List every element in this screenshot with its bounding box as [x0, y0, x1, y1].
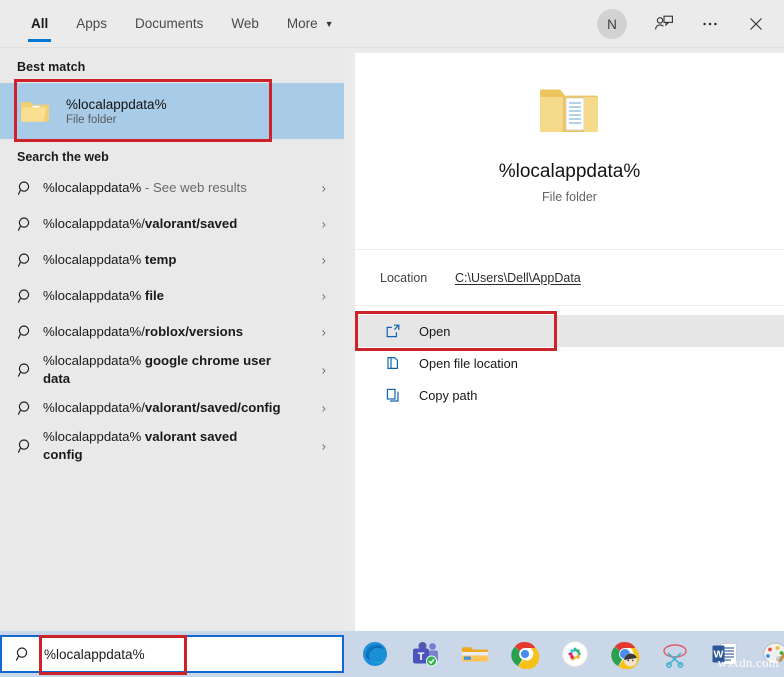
web-result-label: %localappdata%/valorant/saved	[43, 215, 241, 233]
preview-pane: %localappdata% File folder Location C:\U…	[355, 53, 784, 631]
ellipsis-icon[interactable]	[688, 2, 732, 46]
search-header: All Apps Documents Web More ▼ N	[0, 0, 784, 48]
edge-icon[interactable]	[360, 639, 390, 669]
folder-open-icon	[536, 81, 604, 139]
web-results-list: %localappdata% - See web results›%locala…	[0, 170, 344, 466]
best-match-item[interactable]: %localappdata% File folder	[0, 83, 344, 139]
web-result-item[interactable]: %localappdata% valorant saved config ›	[0, 426, 344, 466]
close-icon[interactable]	[734, 2, 778, 46]
chevron-right-icon: ›	[322, 401, 326, 416]
slack-icon[interactable]	[560, 639, 590, 669]
best-match-subtitle: File folder	[66, 114, 167, 126]
preview-header: %localappdata% File folder	[355, 53, 784, 250]
web-result-label: %localappdata% file	[43, 287, 168, 305]
chevron-right-icon: ›	[322, 325, 326, 340]
chevron-right-icon: ›	[322, 439, 326, 454]
search-icon	[17, 288, 43, 305]
web-result-item[interactable]: %localappdata% temp ›	[0, 242, 344, 278]
action-copy-path-label: Copy path	[419, 388, 477, 403]
action-open-file-location-label: Open file location	[419, 356, 518, 371]
action-open-label: Open	[419, 324, 450, 339]
search-the-web-heading: Search the web	[0, 139, 344, 170]
chevron-right-icon: ›	[322, 289, 326, 304]
web-result-label: %localappdata% - See web results	[43, 179, 251, 197]
web-result-label: %localappdata%/valorant/saved/config	[43, 399, 281, 417]
header-actions: N	[597, 0, 784, 48]
taskbar: %localappdata% T	[0, 631, 784, 677]
search-icon	[17, 216, 43, 233]
search-icon	[17, 362, 43, 379]
avatar-initial: N	[607, 17, 617, 32]
tab-documents-label: Documents	[135, 16, 203, 31]
tab-all[interactable]: All	[17, 0, 62, 48]
search-icon	[17, 438, 43, 455]
svg-text:T: T	[418, 651, 425, 663]
search-icon	[17, 252, 43, 269]
location-label: Location	[355, 271, 455, 285]
tab-web-label: Web	[231, 16, 259, 31]
web-result-item[interactable]: %localappdata%/roblox/versions ›	[0, 314, 344, 350]
chevron-right-icon: ›	[322, 363, 326, 378]
search-icon	[2, 646, 44, 663]
folder-icon	[20, 99, 50, 124]
location-row: Location C:\Users\Dell\AppData	[355, 250, 784, 306]
web-result-label: %localappdata% valorant saved config	[43, 428, 281, 464]
chrome-profile-icon[interactable]	[610, 639, 640, 669]
tab-more-label: More	[287, 16, 318, 31]
chevron-right-icon: ›	[322, 181, 326, 196]
web-result-item[interactable]: %localappdata%/valorant/saved/config ›	[0, 390, 344, 426]
web-result-item[interactable]: %localappdata% - See web results ›	[0, 170, 344, 206]
web-result-item[interactable]: %localappdata%/valorant/saved ›	[0, 206, 344, 242]
teams-icon[interactable]: T	[410, 639, 440, 669]
best-match-text: %localappdata% File folder	[66, 97, 167, 126]
tab-apps[interactable]: Apps	[62, 0, 121, 48]
file-explorer-icon[interactable]	[460, 639, 490, 669]
search-window: All Apps Documents Web More ▼ N	[0, 0, 784, 677]
tab-all-label: All	[31, 16, 48, 31]
location-link[interactable]: C:\Users\Dell\AppData	[455, 271, 581, 285]
tab-documents[interactable]: Documents	[121, 0, 217, 48]
web-result-label: %localappdata% google chrome user data	[43, 352, 281, 388]
web-result-item[interactable]: %localappdata% google chrome user data ›	[0, 350, 344, 390]
preview-subtitle: File folder	[542, 190, 597, 204]
preview-title: %localappdata%	[499, 161, 641, 183]
open-external-icon	[385, 323, 419, 339]
action-open-file-location[interactable]: Open file location	[355, 347, 784, 379]
search-icon	[17, 400, 43, 417]
best-match-heading: Best match	[0, 48, 344, 83]
tab-apps-label: Apps	[76, 16, 107, 31]
actions-list: Open Open file location	[355, 306, 784, 411]
tab-more[interactable]: More ▼	[273, 0, 348, 48]
best-match-title: %localappdata%	[66, 97, 167, 112]
taskbar-search-box[interactable]: %localappdata%	[0, 635, 344, 673]
watermark: wsxdn.com	[718, 655, 779, 671]
chrome-icon[interactable]	[510, 639, 540, 669]
search-input[interactable]: %localappdata%	[44, 647, 145, 662]
person-feedback-icon[interactable]	[642, 2, 686, 46]
chevron-right-icon: ›	[322, 253, 326, 268]
copy-icon	[385, 387, 419, 403]
web-result-label: %localappdata%/roblox/versions	[43, 323, 247, 341]
web-result-item[interactable]: %localappdata% file ›	[0, 278, 344, 314]
results-pane: Best match %localappdata% File folder Se…	[0, 48, 344, 631]
snipping-tool-icon[interactable]	[660, 639, 690, 669]
search-icon	[17, 324, 43, 341]
avatar[interactable]: N	[597, 9, 627, 39]
folder-location-icon	[385, 355, 419, 371]
action-open[interactable]: Open	[355, 315, 784, 347]
filter-tabs: All Apps Documents Web More ▼	[0, 0, 348, 48]
action-copy-path[interactable]: Copy path	[355, 379, 784, 411]
search-icon	[17, 180, 43, 197]
chevron-right-icon: ›	[322, 217, 326, 232]
tab-web[interactable]: Web	[217, 0, 273, 48]
chevron-down-icon: ▼	[325, 19, 334, 29]
web-result-label: %localappdata% temp	[43, 251, 180, 269]
